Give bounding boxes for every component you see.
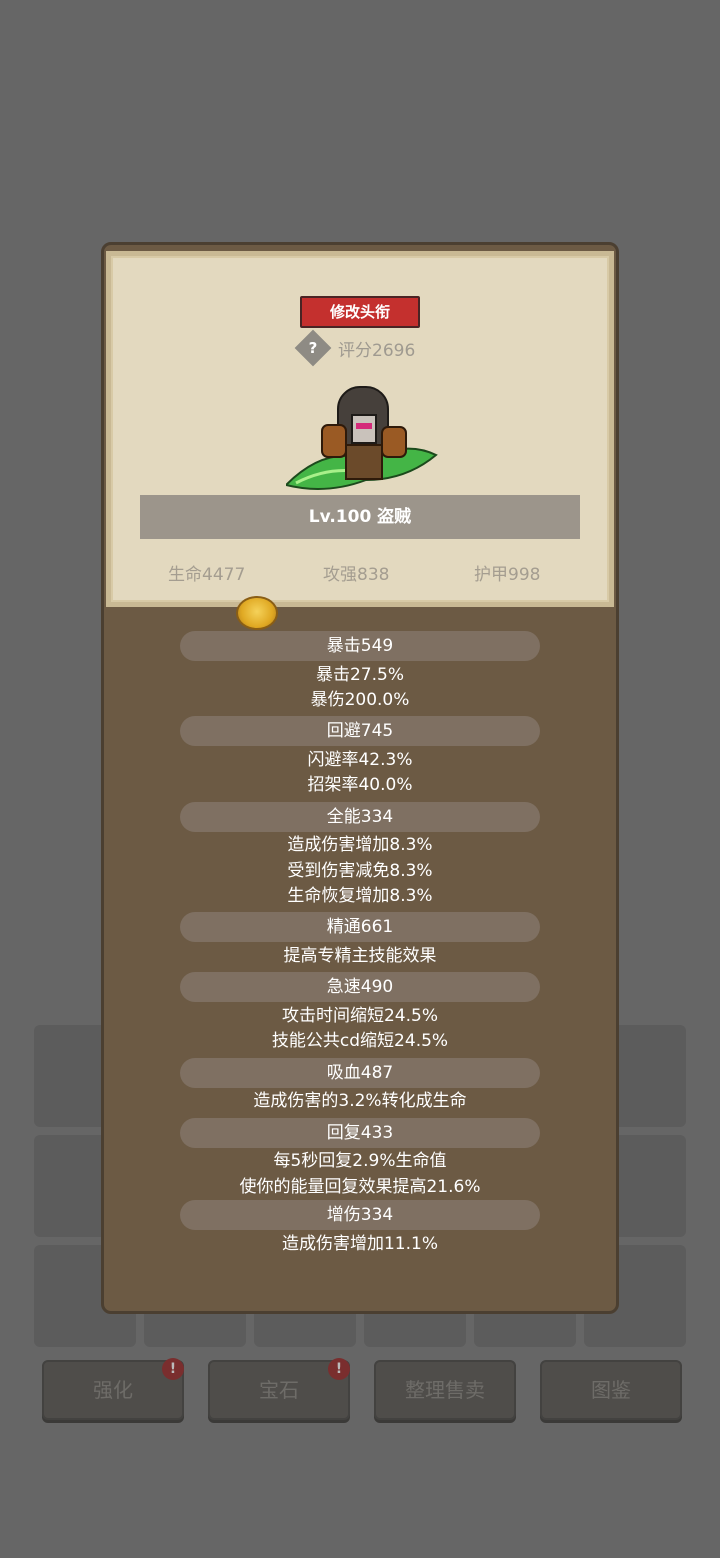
stat-line: 暴伤200.0% — [310, 690, 410, 710]
stat-header-lifesteal: 吸血487 — [180, 1058, 540, 1088]
help-icon[interactable]: ? — [294, 329, 332, 367]
stat-header-mastery: 精通661 — [180, 912, 540, 942]
stat-line: 技能公共cd缩短24.5% — [271, 1031, 449, 1051]
stat-header-regen: 回复433 — [180, 1118, 540, 1148]
armor-stat: 护甲998 — [474, 565, 541, 585]
attack-stat: 攻强838 — [323, 565, 390, 585]
sort-sell-button-label: 整理售卖 — [405, 1378, 485, 1402]
stat-line: 攻击时间缩短24.5% — [281, 1006, 438, 1026]
gem-button[interactable]: 宝石 ! — [208, 1358, 350, 1420]
stat-header-crit: 暴击549 — [180, 631, 540, 661]
stat-line: 造成伤害增加8.3% — [287, 835, 433, 855]
stat-line: 使你的能量回复效果提高21.6% — [239, 1177, 481, 1197]
stat-line: 受到伤害减免8.3% — [287, 861, 433, 881]
edit-title-button[interactable]: 修改头衔 — [300, 296, 420, 328]
rogue-character-sprite — [286, 386, 438, 490]
stat-line: 暴击27.5% — [315, 665, 404, 685]
alert-icon: ! — [162, 1358, 184, 1380]
gem-button-label: 宝石 — [259, 1378, 299, 1402]
enhance-button[interactable]: 强化 ! — [42, 1358, 184, 1420]
alert-icon: ! — [328, 1358, 350, 1380]
stat-line: 每5秒回复2.9%生命值 — [273, 1151, 447, 1171]
stat-line: 招架率40.0% — [307, 775, 413, 795]
enhance-button-label: 强化 — [93, 1378, 133, 1402]
stat-header-haste: 急速490 — [180, 972, 540, 1002]
score-text: 评分2696 — [338, 341, 416, 361]
collection-button[interactable]: 图鉴 — [540, 1360, 682, 1420]
hp-stat: 生命4477 — [168, 565, 246, 585]
coin-icon — [236, 596, 278, 630]
help-icon-glyph: ? — [308, 339, 318, 357]
stat-header-versatility: 全能334 — [180, 802, 540, 832]
stat-header-damage-boost: 增伤334 — [180, 1200, 540, 1230]
sort-sell-button[interactable]: 整理售卖 — [374, 1360, 516, 1420]
character-name-bar: Lv.100 盗贼 — [140, 495, 580, 539]
stat-line: 闪避率42.3% — [307, 750, 413, 770]
stat-line: 生命恢复增加8.3% — [287, 886, 433, 906]
stat-line: 造成伤害增加11.1% — [281, 1234, 438, 1254]
stat-line: 提高专精主技能效果 — [283, 946, 437, 966]
collection-button-label: 图鉴 — [591, 1378, 631, 1402]
stat-header-avoidance: 回避745 — [180, 716, 540, 746]
stat-line: 造成伤害的3.2%转化成生命 — [253, 1091, 467, 1111]
